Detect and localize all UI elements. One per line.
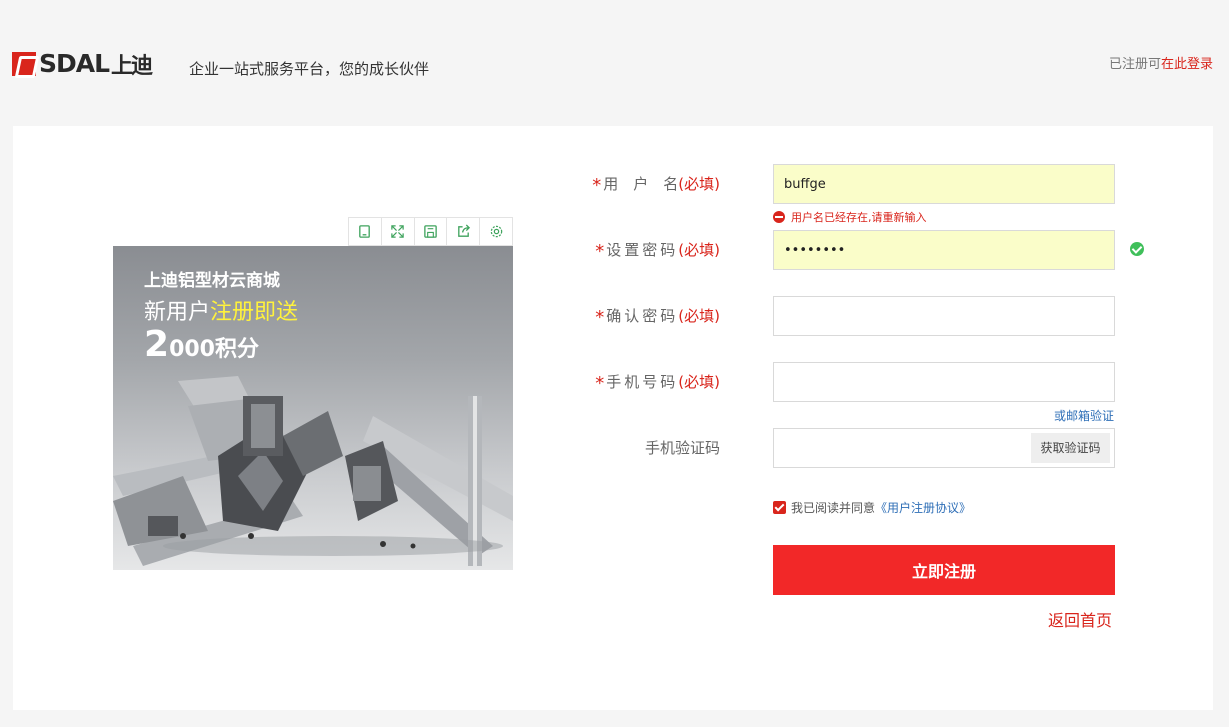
username-row: * 用 户 名(必填) xyxy=(592,164,1200,204)
get-code-button[interactable]: 获取验证码 xyxy=(1031,433,1110,463)
error-icon xyxy=(773,211,785,223)
username-label: * 用 户 名(必填) xyxy=(592,175,720,196)
agree-text: 我已阅读并同意 xyxy=(791,501,876,515)
banner-points: 2000积分 xyxy=(144,324,259,365)
logo-text: SDAL xyxy=(39,49,110,78)
share-icon[interactable] xyxy=(447,218,481,245)
username-error: 用户名已经存在,请重新输入 xyxy=(773,209,927,225)
agreement: 我已阅读并同意 《用户注册协议》 xyxy=(773,499,971,516)
agreement-link[interactable]: 《用户注册协议》 xyxy=(875,499,971,516)
confirm-password-label: * 确认密码(必填) xyxy=(595,307,720,328)
email-verify-link[interactable]: 或邮箱验证 xyxy=(1054,407,1114,424)
check-icon xyxy=(1130,242,1144,256)
logo-cn-text: 上迪 xyxy=(111,54,153,79)
login-prompt: 已注册可在此登录 xyxy=(1109,53,1213,72)
agree-checkbox[interactable] xyxy=(773,501,786,514)
username-input[interactable] xyxy=(773,164,1115,204)
banner-subtitle-highlight: 注册即送 xyxy=(210,300,299,325)
back-home-link[interactable]: 返回首页 xyxy=(1048,607,1112,631)
sms-code-field: 获取验证码 xyxy=(773,428,1115,468)
register-button[interactable]: 立即注册 xyxy=(773,545,1115,595)
fullscreen-icon[interactable] xyxy=(382,218,415,245)
settings-icon[interactable] xyxy=(480,218,512,245)
confirm-password-row: * 确认密码(必填) xyxy=(595,296,1200,336)
login-link[interactable]: 在此登录 xyxy=(1161,57,1213,72)
banner-points-big: 2 xyxy=(144,324,170,365)
confirm-password-input[interactable] xyxy=(773,296,1115,336)
phone-input[interactable] xyxy=(773,362,1115,402)
save-icon[interactable] xyxy=(415,218,448,245)
image-toolbar xyxy=(348,217,513,246)
password-label: * 设置密码(必填) xyxy=(595,241,720,262)
sms-code-input[interactable] xyxy=(774,429,1024,467)
promo-banner[interactable]: 上迪铝型材云商城 新用户注册即送 2000积分 xyxy=(113,246,513,570)
sms-code-label: 手机验证码 xyxy=(644,439,720,457)
password-input[interactable] xyxy=(773,230,1115,270)
banner-subtitle: 新用户注册即送 xyxy=(144,294,298,326)
banner-title: 上迪铝型材云商城 xyxy=(144,271,280,291)
password-row: * 设置密码(必填) xyxy=(595,230,1200,270)
phone-row: * 手机号码(必填) xyxy=(595,362,1200,402)
slogan: 企业一站式服务平台，您的成长伙伴 xyxy=(189,60,430,78)
banner-subtitle-prefix: 新用户 xyxy=(144,300,211,325)
login-prefix: 已注册可 xyxy=(1108,57,1161,72)
phone-label: * 手机号码(必填) xyxy=(595,373,720,394)
mobile-icon[interactable] xyxy=(349,218,382,245)
logo[interactable]: SDAL 上迪 xyxy=(12,48,153,80)
sms-code-row: 手机验证码 获取验证码 xyxy=(600,428,1200,468)
username-error-text: 用户名已经存在,请重新输入 xyxy=(791,211,927,224)
banner-points-rest: 000积分 xyxy=(169,337,259,362)
logo-mark-icon xyxy=(12,52,36,76)
